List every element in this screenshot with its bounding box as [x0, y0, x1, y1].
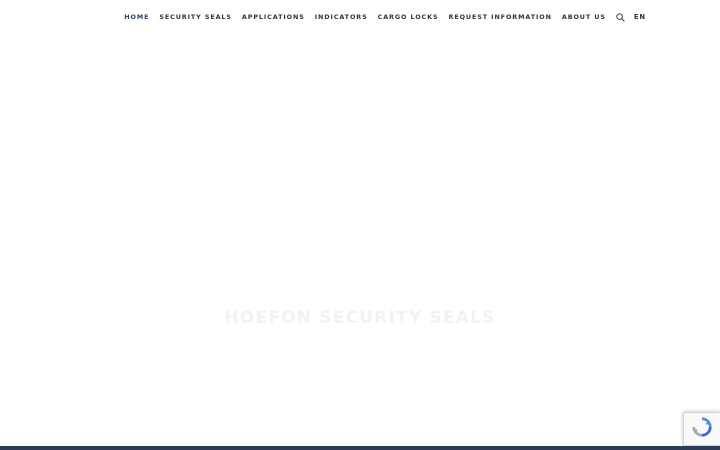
- hero-title: HOEFON SECURITY SEALS: [224, 308, 496, 328]
- footer-bar: [0, 446, 720, 450]
- language-selector[interactable]: EN: [632, 13, 648, 21]
- nav-item-about-us[interactable]: ABOUT US: [557, 13, 611, 21]
- main-navigation: HOME SECURITY SEALS APPLICATIONS INDICAT…: [119, 0, 648, 34]
- nav-item-home[interactable]: HOME: [119, 13, 154, 21]
- search-icon[interactable]: [616, 12, 626, 22]
- page: HOME SECURITY SEALS APPLICATIONS INDICAT…: [0, 0, 720, 450]
- nav-item-applications[interactable]: APPLICATIONS: [237, 13, 310, 21]
- nav-item-indicators[interactable]: INDICATORS: [310, 13, 373, 21]
- recaptcha-icon: [691, 416, 713, 442]
- nav-item-cargo-locks[interactable]: CARGO LOCKS: [373, 13, 444, 21]
- nav-item-request-information[interactable]: REQUEST INFORMATION: [444, 13, 557, 21]
- nav-item-security-seals[interactable]: SECURITY SEALS: [154, 13, 237, 21]
- recaptcha-badge[interactable]: [683, 412, 720, 446]
